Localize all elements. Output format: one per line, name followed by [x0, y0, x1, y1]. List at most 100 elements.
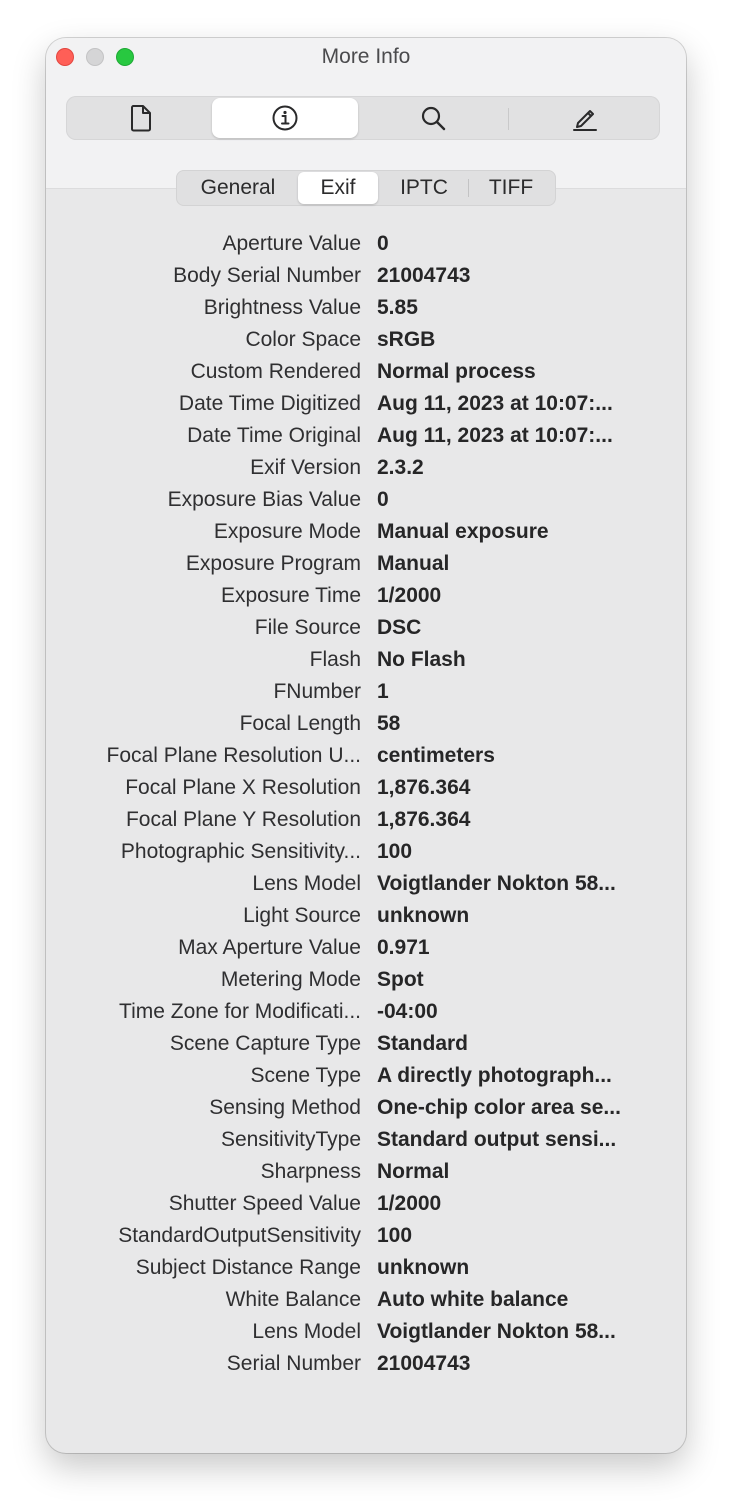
exif-value: 5.85: [377, 296, 418, 319]
exif-label: Exif Version: [250, 456, 361, 479]
exif-label: Light Source: [243, 904, 361, 927]
tab-iptc[interactable]: IPTC: [380, 172, 468, 204]
exif-row: Scene Capture Type Standard: [46, 1028, 686, 1060]
window-title: More Info: [321, 45, 411, 68]
exif-label: Metering Mode: [220, 968, 361, 991]
exif-value: Aug 11, 2023 at 10:07:...: [377, 424, 613, 447]
exif-label: Photographic Sensitivity...: [120, 840, 361, 863]
exif-label: Scene Type: [250, 1064, 361, 1087]
exif-row: Focal Plane X Resolution 1,876.364: [46, 772, 686, 804]
exif-value: sRGB: [377, 328, 436, 351]
exif-row: Time Zone for Modificati... -04:00: [46, 996, 686, 1028]
search-icon: [421, 106, 446, 131]
exif-label: Max Aperture Value: [178, 936, 361, 959]
exif-value: 1/2000: [377, 584, 442, 607]
exif-value: unknown: [377, 1256, 470, 1279]
exif-row: SensitivityType Standard output sensi...: [46, 1124, 686, 1156]
exif-row: Scene Type A directly photograph...: [46, 1060, 686, 1092]
exif-row: Brightness Value 5.85: [46, 292, 686, 324]
exif-label: Sensing Method: [209, 1096, 361, 1119]
exif-row: Aperture Value 0: [46, 228, 686, 260]
exif-value: A directly photograph...: [377, 1064, 612, 1087]
exif-label: Exposure Time: [220, 584, 361, 607]
tab-tiff[interactable]: TIFF: [470, 172, 552, 204]
document-info-button[interactable]: [68, 98, 214, 138]
exif-value: Aug 11, 2023 at 10:07:...: [377, 392, 613, 415]
exif-row: Subject Distance Range unknown: [46, 1252, 686, 1284]
exif-row: Date Time Digitized Aug 11, 2023 at 10:07…: [46, 388, 686, 420]
exif-value: 1,876.364: [377, 808, 471, 831]
exif-label: SensitivityType: [220, 1128, 361, 1151]
exif-list: Aperture Value 0 Body Serial Number 210047…: [46, 228, 686, 1380]
exif-row: Exposure Mode Manual exposure: [46, 516, 686, 548]
exif-row: Lens Model Voigtlander Nokton 58...: [46, 1316, 686, 1348]
exif-row: Sharpness Normal: [46, 1156, 686, 1188]
exif-row: Focal Length 58: [46, 708, 686, 740]
exif-value: Standard output sensi...: [377, 1128, 617, 1151]
exif-label: Focal Plane Y Resolution: [125, 808, 361, 831]
exif-value: 1/2000: [377, 1192, 442, 1215]
exif-row: Shutter Speed Value 1/2000: [46, 1188, 686, 1220]
exif-row: Focal Plane Resolution U... centimeters: [46, 740, 686, 772]
exif-label: Shutter Speed Value: [168, 1192, 361, 1215]
exif-label: Lens Model: [252, 1320, 361, 1343]
exif-label: Exposure Mode: [213, 520, 361, 543]
exif-label: Lens Model: [252, 872, 361, 895]
exif-label: Body Serial Number: [173, 264, 361, 287]
exif-value: unknown: [377, 904, 470, 927]
exif-label: Exposure Bias Value: [167, 488, 361, 511]
exif-value: Manual exposure: [377, 520, 549, 543]
exif-row: File Source DSC: [46, 612, 686, 644]
exif-row: Flash No Flash: [46, 644, 686, 676]
exif-value: 21004743: [377, 1352, 471, 1375]
exif-label: File Source: [254, 616, 361, 639]
info-button[interactable]: [212, 98, 358, 138]
tab-exif[interactable]: Exif: [298, 172, 378, 204]
exif-label: Custom Rendered: [190, 360, 361, 383]
exif-value: Standard: [377, 1032, 469, 1055]
toolbar-separator: [508, 108, 509, 130]
exif-value: -04:00: [377, 1000, 438, 1023]
exif-value: centimeters: [377, 744, 495, 767]
exif-label: Time Zone for Modificati...: [119, 1000, 361, 1023]
exif-row: Exposure Time 1/2000: [46, 580, 686, 612]
exif-row: Custom Rendered Normal process: [46, 356, 686, 388]
exif-row: Color Space sRGB: [46, 324, 686, 356]
exif-value: Voigtlander Nokton 58...: [377, 1320, 616, 1343]
exif-label: Color Space: [245, 328, 361, 351]
exif-label: Date Time Original: [187, 424, 361, 447]
pencil-icon: [573, 110, 597, 131]
tab-general[interactable]: General: [180, 172, 296, 204]
exif-label: Flash: [309, 648, 361, 671]
more-info-window: More Info General Exif IPTC TIFF Apertur…: [46, 38, 686, 1453]
exif-value: Manual: [377, 552, 450, 575]
exif-label: Subject Distance Range: [135, 1256, 361, 1279]
exif-row: Lens Model Voigtlander Nokton 58...: [46, 868, 686, 900]
exif-label: Aperture Value: [222, 232, 361, 255]
exif-label: Serial Number: [226, 1352, 361, 1375]
exif-value: No Flash: [377, 648, 466, 671]
exif-label: Exposure Program: [185, 552, 361, 575]
exif-row: Exposure Bias Value 0: [46, 484, 686, 516]
exif-label: Date Time Digitized: [178, 392, 361, 415]
document-icon: [131, 105, 151, 132]
exif-value: 100: [377, 1224, 413, 1247]
search-button[interactable]: [360, 98, 506, 138]
exif-value: 2.3.2: [377, 456, 424, 479]
exif-row: White Balance Auto white balance: [46, 1284, 686, 1316]
exif-row: Light Source unknown: [46, 900, 686, 932]
exif-value: 0: [377, 232, 389, 255]
tab-separator: [468, 179, 469, 197]
exif-row: Serial Number 21004743: [46, 1348, 686, 1380]
exif-label: White Balance: [225, 1288, 361, 1311]
markup-button[interactable]: [512, 98, 658, 138]
exif-value: 0.971: [377, 936, 430, 959]
exif-row: Metering Mode Spot: [46, 964, 686, 996]
title-bar: More Info: [46, 38, 686, 189]
exif-value: 58: [377, 712, 401, 735]
exif-row: Focal Plane Y Resolution 1,876.364: [46, 804, 686, 836]
exif-row: FNumber 1: [46, 676, 686, 708]
exif-value: Normal: [377, 1160, 450, 1183]
metadata-tabs: General Exif IPTC TIFF: [176, 170, 556, 206]
exif-label: Scene Capture Type: [169, 1032, 361, 1055]
